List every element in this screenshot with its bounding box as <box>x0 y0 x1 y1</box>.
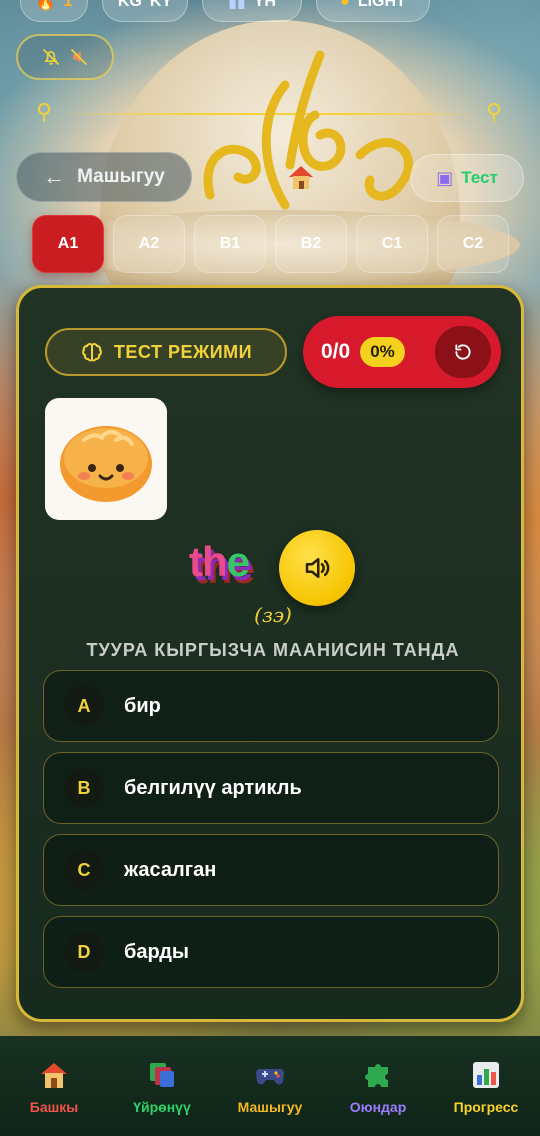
play-sound-button[interactable] <box>279 530 355 606</box>
nav-label-progress: Прогресс <box>453 1098 519 1115</box>
gamepad-icon <box>256 1068 284 1084</box>
house-icon <box>41 1062 67 1088</box>
answer-option-a[interactable]: A бир <box>43 670 499 742</box>
answer-option-c[interactable]: C жасалган <box>43 834 499 906</box>
refresh-icon <box>455 344 471 360</box>
option-letter: B <box>64 768 104 808</box>
option-letter: D <box>64 932 104 972</box>
level-tab-b1[interactable]: B1 <box>194 215 266 273</box>
word-part-2: e <box>226 538 250 585</box>
quiz-card: ТЕСТ РЕЖИМИ 0/0 0% the (зэ) ТУУРА КЫРГЫЗ… <box>16 285 524 1022</box>
fire-icon: 🔥 <box>35 0 56 11</box>
transcription: (зэ) <box>254 603 292 627</box>
streak-count: 1 <box>63 0 73 10</box>
theme-label: LIGHT <box>357 0 406 10</box>
answer-options: A бир B белгилүү артикль C жасалган D ба… <box>43 670 501 998</box>
score-value: 0/0 <box>321 340 351 363</box>
nav-label-games: Оюндар <box>349 1098 407 1115</box>
word-image-tile <box>45 398 167 520</box>
level-tab-c1[interactable]: C1 <box>356 215 428 273</box>
question-prompt: ТУУРА КЫРГЫЗЧА МААНИСИН ТАНДА <box>86 640 460 660</box>
cards-icon <box>150 1062 174 1087</box>
language-code: KG <box>117 0 142 10</box>
option-letter: C <box>64 850 104 890</box>
option-text: бир <box>124 694 161 717</box>
ornament-left-icon: ⚲ <box>36 100 53 125</box>
puzzle-icon <box>365 1063 388 1087</box>
gamepad-icon: ▣ <box>436 167 454 188</box>
level-tab-c2[interactable]: C2 <box>437 215 509 273</box>
option-text: барды <box>124 940 189 963</box>
sound-off-icon <box>70 48 88 66</box>
option-text: белгилүү артикль <box>124 776 302 799</box>
bread-bun-icon <box>60 426 152 502</box>
words-chip[interactable]: ▮▮ YH <box>202 0 302 22</box>
brain-icon <box>81 343 102 362</box>
back-button[interactable]: ← Машыгуу <box>16 152 192 202</box>
level-tab-a1[interactable]: A1 <box>32 215 104 273</box>
words-chip-label: YH <box>253 0 276 10</box>
answer-option-d[interactable]: D барды <box>43 916 499 988</box>
nav-label-practice: Машыгуу <box>237 1098 303 1115</box>
house-icon <box>289 166 313 189</box>
answer-option-b[interactable]: B белгилүү артикль <box>43 752 499 824</box>
ornament-right-icon: ⚲ <box>486 100 503 125</box>
word-part-1: th <box>189 538 228 585</box>
nav-progress[interactable]: Прогресс <box>432 1037 540 1136</box>
target-word: the <box>189 538 250 586</box>
theme-toggle-chip[interactable]: ● LIGHT <box>316 0 430 22</box>
reset-button[interactable] <box>435 326 491 378</box>
speaker-icon <box>305 558 330 578</box>
arrow-left-icon: ← <box>43 164 66 189</box>
option-letter: A <box>64 686 104 726</box>
level-tabs: A1 A2 B1 B2 C1 C2 <box>32 215 509 273</box>
bottom-navigation: Башкы Үйрөнүү Машыгуу Оюндар Прогресс <box>0 1036 540 1136</box>
golden-ornament-icon <box>203 50 413 210</box>
percent-badge: 0% <box>360 337 405 367</box>
test-mode-badge: ТЕСТ РЕЖИМИ <box>45 328 287 376</box>
nav-home[interactable]: Башкы <box>0 1037 108 1136</box>
cards-icon: ▮▮ <box>228 0 246 11</box>
option-text: жасалган <box>124 858 217 881</box>
bar-chart-icon <box>473 1061 499 1088</box>
test-button-label: Тест <box>461 168 498 187</box>
test-mode-button[interactable]: ▣ Тест <box>410 154 524 202</box>
nav-learn[interactable]: Үйрөнүү <box>108 1037 216 1136</box>
mute-toggle-chip[interactable] <box>16 34 114 80</box>
sun-icon: ● <box>340 0 350 10</box>
nav-label-learn: Үйрөнүү <box>133 1098 191 1115</box>
score-pill: 0/0 0% <box>303 316 501 388</box>
level-tab-b2[interactable]: B2 <box>275 215 347 273</box>
back-button-label: Машыгуу <box>77 166 165 187</box>
nav-games[interactable]: Оюндар <box>324 1037 432 1136</box>
bell-off-icon <box>42 48 60 66</box>
language-chip[interactable]: KG KY <box>102 0 188 22</box>
nav-practice[interactable]: Машыгуу <box>216 1037 324 1136</box>
level-tab-a2[interactable]: A2 <box>113 215 185 273</box>
mode-label: ТЕСТ РЕЖИМИ <box>113 341 253 362</box>
nav-label-home: Башкы <box>29 1098 79 1115</box>
language-code-secondary: KY <box>149 0 173 10</box>
streak-chip[interactable]: 🔥 1 <box>20 0 88 22</box>
